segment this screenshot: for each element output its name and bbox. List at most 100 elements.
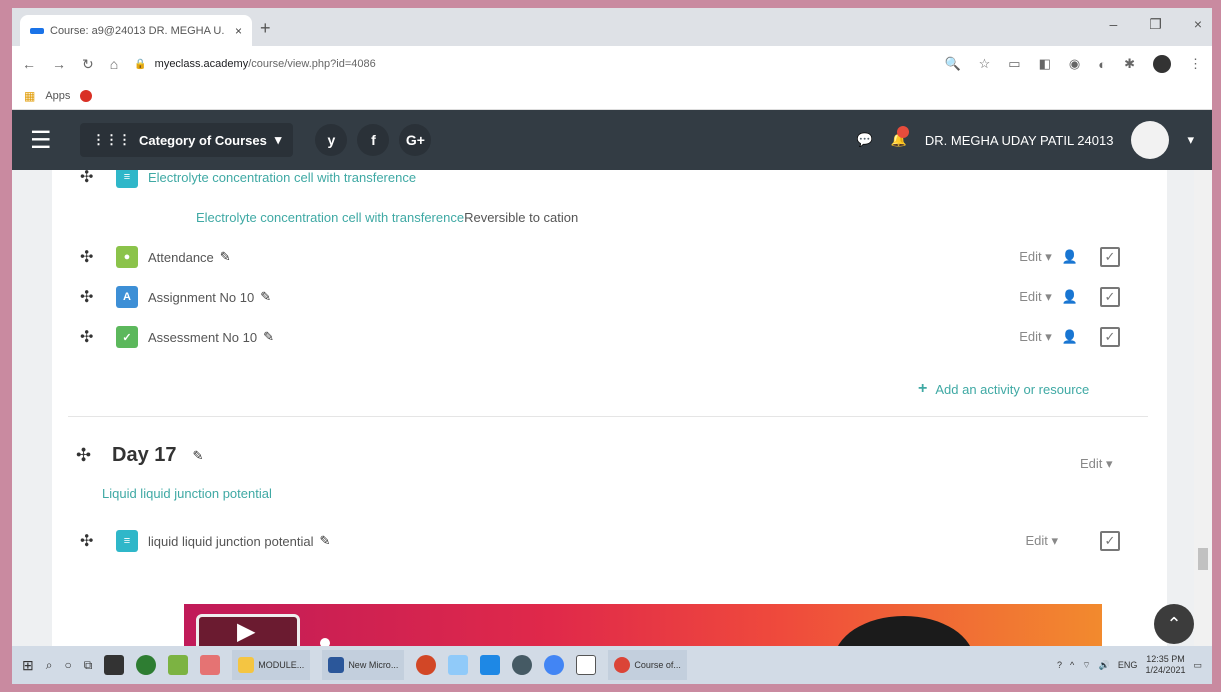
user-icon[interactable]: 👤 — [1062, 289, 1078, 305]
home-icon[interactable]: ⌂ — [110, 56, 118, 72]
bookmarks-bar: ▦ Apps — [12, 82, 1212, 110]
completion-checkbox[interactable]: ✓ — [1100, 327, 1120, 347]
apps-bookmark[interactable]: Apps — [45, 90, 70, 102]
start-icon[interactable]: ⊞ — [22, 657, 34, 674]
taskbar-app-label: Course of... — [634, 660, 681, 670]
google-plus-icon[interactable]: G+ — [399, 124, 432, 156]
hamburger-menu-icon[interactable]: ☰ — [30, 126, 60, 155]
video-banner[interactable]: ▶ — [184, 604, 1102, 646]
restriction-link[interactable]: Electrolyte concentration cell with tran… — [196, 210, 464, 225]
task-view-icon[interactable]: ⧉ — [84, 658, 93, 673]
chevron-up-icon[interactable]: ^ — [1070, 660, 1074, 670]
help-icon[interactable]: ? — [1057, 660, 1062, 670]
powerpoint-icon[interactable] — [416, 655, 437, 675]
app-icon[interactable] — [136, 655, 157, 675]
notifications-icon[interactable]: 🔔 — [891, 126, 909, 148]
section-edit-menu[interactable]: Edit ▾ — [1080, 456, 1113, 472]
notification-center-icon[interactable]: ▭ — [1193, 660, 1202, 671]
taskbar-app-label: New Micro... — [348, 660, 399, 670]
edit-pencil-icon[interactable]: ✎ — [260, 289, 271, 305]
app-icon[interactable] — [200, 655, 221, 675]
zoom-icon[interactable]: 🔍 — [944, 56, 960, 72]
new-tab-button[interactable]: + — [260, 18, 271, 39]
bookmark-icon[interactable] — [80, 89, 93, 102]
app-icon[interactable] — [448, 655, 469, 675]
star-icon[interactable]: ☆ — [979, 56, 991, 72]
taskbar-app[interactable]: Course of... — [608, 650, 687, 680]
extension-icon[interactable]: ◧ — [1039, 56, 1051, 72]
move-icon[interactable]: ✣ — [80, 287, 116, 307]
category-dropdown[interactable]: ⋮⋮⋮ Category of Courses ▾ — [80, 123, 294, 157]
activity-actions: Edit ▾ 👤 ✓ — [1019, 327, 1120, 347]
move-icon[interactable]: ✣ — [76, 445, 102, 466]
back-icon[interactable]: ← — [22, 56, 36, 72]
browser-tab-bar: Course: a9@24013 DR. MEGHA U. × + – ❐ × — [12, 8, 1212, 46]
back-to-top-button[interactable]: ⌃ — [1154, 604, 1194, 644]
video-thumbnail[interactable]: ▶ — [196, 614, 300, 646]
store-icon[interactable] — [104, 655, 125, 675]
activity-name[interactable]: Attendance — [148, 250, 214, 265]
section-header: ✣ Day 17 ✎ — [76, 444, 203, 467]
user-icon[interactable]: 👤 — [1062, 329, 1078, 345]
clock[interactable]: 12:35 PM 1/24/2021 — [1145, 654, 1185, 676]
search-icon[interactable]: ⌕ — [46, 658, 53, 673]
extension-icon[interactable]: ◐ — [1098, 57, 1106, 72]
close-window-button[interactable]: × — [1194, 16, 1202, 33]
zoom-app-icon[interactable] — [480, 655, 501, 675]
move-icon[interactable]: ✣ — [80, 327, 116, 347]
activity-name[interactable]: liquid liquid junction potential — [148, 534, 314, 549]
file-icon[interactable] — [576, 655, 597, 675]
completion-checkbox[interactable]: ✓ — [1100, 531, 1120, 551]
language-indicator[interactable]: ENG — [1118, 660, 1138, 670]
video-image — [834, 616, 974, 646]
extension-icon[interactable]: ◉ — [1069, 56, 1080, 72]
activity-name[interactable]: Assessment No 10 — [148, 330, 257, 345]
edit-pencil-icon[interactable]: ✎ — [193, 448, 204, 464]
puzzle-icon[interactable]: ✱ — [1124, 56, 1135, 72]
add-activity-link[interactable]: + Add an activity or resource — [918, 380, 1089, 398]
edit-pencil-icon[interactable]: ✎ — [320, 533, 331, 549]
edit-menu[interactable]: Edit ▾ — [1025, 533, 1058, 549]
edit-menu[interactable]: Edit ▾ — [1019, 249, 1052, 265]
browser-tab[interactable]: Course: a9@24013 DR. MEGHA U. × — [20, 15, 252, 46]
tab-close-icon[interactable]: × — [235, 24, 242, 38]
address-bar[interactable]: 🔒 myeclass.academy/course/view.php?id=40… — [134, 51, 928, 77]
cortana-icon[interactable]: ○ — [64, 658, 71, 672]
move-icon[interactable]: ✣ — [80, 247, 116, 267]
completion-checkbox[interactable]: ✓ — [1100, 247, 1120, 267]
facebook-icon[interactable]: f — [357, 124, 390, 156]
completion-checkbox[interactable]: ✓ — [1100, 287, 1120, 307]
profile-avatar[interactable] — [1153, 55, 1171, 73]
scrollbar-thumb[interactable] — [1198, 548, 1208, 570]
twitter-icon[interactable]: y — [315, 124, 348, 156]
edit-menu[interactable]: Edit ▾ — [1019, 329, 1052, 345]
network-icon[interactable]: ⌔ — [1082, 660, 1090, 671]
page-scrollbar[interactable] — [1194, 170, 1212, 646]
menu-kebab-icon[interactable]: ⋮ — [1189, 56, 1202, 72]
cast-icon[interactable]: ▭ — [1008, 56, 1020, 72]
taskbar-app[interactable]: New Micro... — [322, 650, 405, 680]
edit-pencil-icon[interactable]: ✎ — [263, 329, 274, 345]
chrome-icon[interactable] — [544, 655, 565, 675]
user-avatar[interactable] — [1131, 121, 1170, 159]
caret-down-icon[interactable]: ▾ — [1187, 132, 1194, 148]
activity-name[interactable]: Assignment No 10 — [148, 290, 254, 305]
app-icon[interactable] — [512, 655, 533, 675]
taskbar-app[interactable]: MODULE... — [232, 650, 311, 680]
maximize-button[interactable]: ❐ — [1149, 16, 1162, 33]
minimize-button[interactable]: – — [1109, 16, 1117, 33]
activity-link[interactable]: Electrolyte concentration cell with tran… — [148, 170, 416, 185]
activity-row: ✣ ≡ Electrolyte concentration cell with … — [80, 170, 1120, 190]
app-icon[interactable] — [168, 655, 189, 675]
move-icon[interactable]: ✣ — [80, 170, 116, 187]
edit-pencil-icon[interactable]: ✎ — [220, 249, 231, 265]
edit-menu[interactable]: Edit ▾ — [1019, 289, 1052, 305]
move-icon[interactable]: ✣ — [80, 531, 116, 551]
volume-icon[interactable]: 🔊 — [1099, 660, 1110, 671]
messages-icon[interactable]: 💬 — [857, 132, 873, 148]
user-name[interactable]: DR. MEGHA UDAY PATIL 24013 — [925, 133, 1114, 148]
reload-icon[interactable]: ↻ — [82, 56, 94, 73]
user-icon[interactable]: 👤 — [1062, 249, 1078, 265]
forward-icon[interactable]: → — [52, 56, 66, 72]
folder-icon — [238, 657, 255, 673]
